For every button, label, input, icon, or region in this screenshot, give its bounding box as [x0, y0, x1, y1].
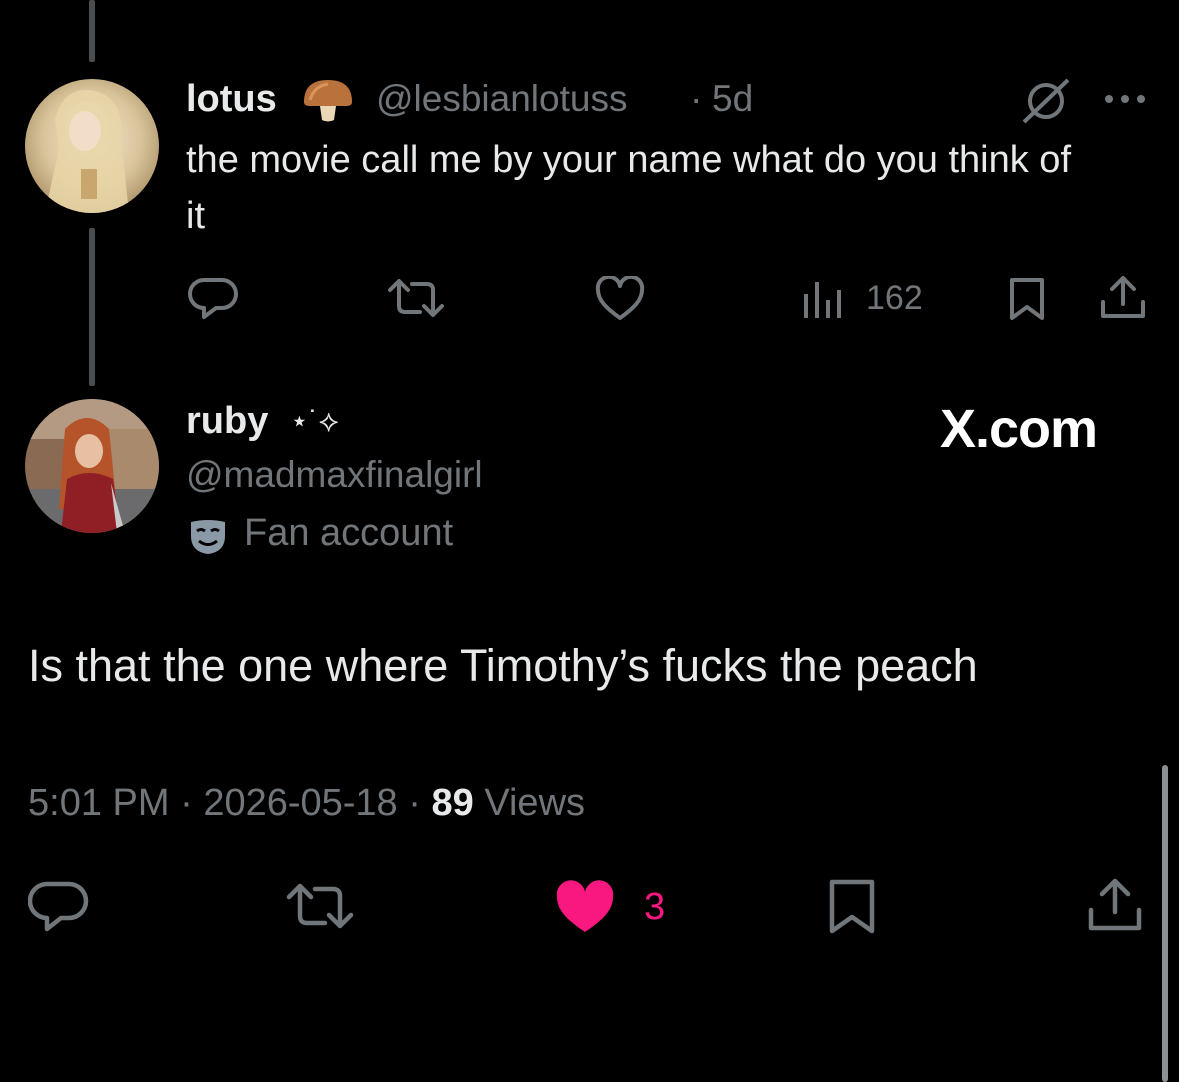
tweet-text: Is that the one where Timothy’s fucks th…: [28, 640, 978, 691]
scrollbar[interactable]: [1162, 765, 1168, 1082]
tweet-time[interactable]: 5:01 PM: [28, 782, 170, 824]
separator: ·: [180, 782, 193, 824]
share-icon[interactable]: [1098, 274, 1148, 322]
avatar[interactable]: [25, 79, 159, 213]
watermark: X.com: [940, 399, 1098, 459]
views-icon[interactable]: [802, 280, 848, 320]
like-icon[interactable]: [594, 276, 646, 322]
share-icon[interactable]: [1086, 876, 1144, 934]
handle[interactable]: @lesbianlotuss: [376, 78, 627, 120]
views-label: Views: [484, 782, 586, 824]
theater-mask-icon: [188, 516, 228, 556]
bookmark-icon[interactable]: [824, 878, 880, 936]
separator: ·: [408, 782, 421, 824]
reply-icon[interactable]: [188, 274, 240, 322]
tweet-age[interactable]: 5d: [712, 78, 753, 120]
tweet-date[interactable]: 2026-05-18: [203, 782, 397, 824]
mushroom-emoji-icon: [300, 76, 356, 124]
thread-line-connector: [89, 228, 95, 386]
retweet-icon[interactable]: [386, 276, 446, 320]
like-count: 3: [644, 886, 666, 928]
grok-icon[interactable]: [1020, 76, 1072, 126]
display-name[interactable]: lotus: [186, 78, 277, 121]
separator: ·: [690, 78, 703, 119]
like-icon[interactable]: [553, 880, 617, 936]
tweet-text: the movie call me by your name what do y…: [186, 139, 1072, 237]
views-count: 162: [866, 279, 923, 317]
tweet-meta: 5:01 PM · 2026-05-18 · 89 Views: [28, 782, 585, 825]
display-name[interactable]: ruby: [186, 400, 268, 443]
reply-icon[interactable]: [28, 878, 90, 934]
label-text[interactable]: Fan account: [244, 512, 453, 555]
handle[interactable]: @madmaxfinalgirl: [186, 454, 483, 496]
retweet-icon[interactable]: [284, 880, 356, 932]
views-count[interactable]: 89: [431, 782, 473, 824]
thread-line-top: [89, 0, 95, 62]
bookmark-icon[interactable]: [1004, 276, 1050, 322]
avatar[interactable]: [25, 399, 159, 533]
name-decoration: ⋆˙⟡: [290, 405, 339, 438]
more-icon[interactable]: [1102, 92, 1148, 106]
